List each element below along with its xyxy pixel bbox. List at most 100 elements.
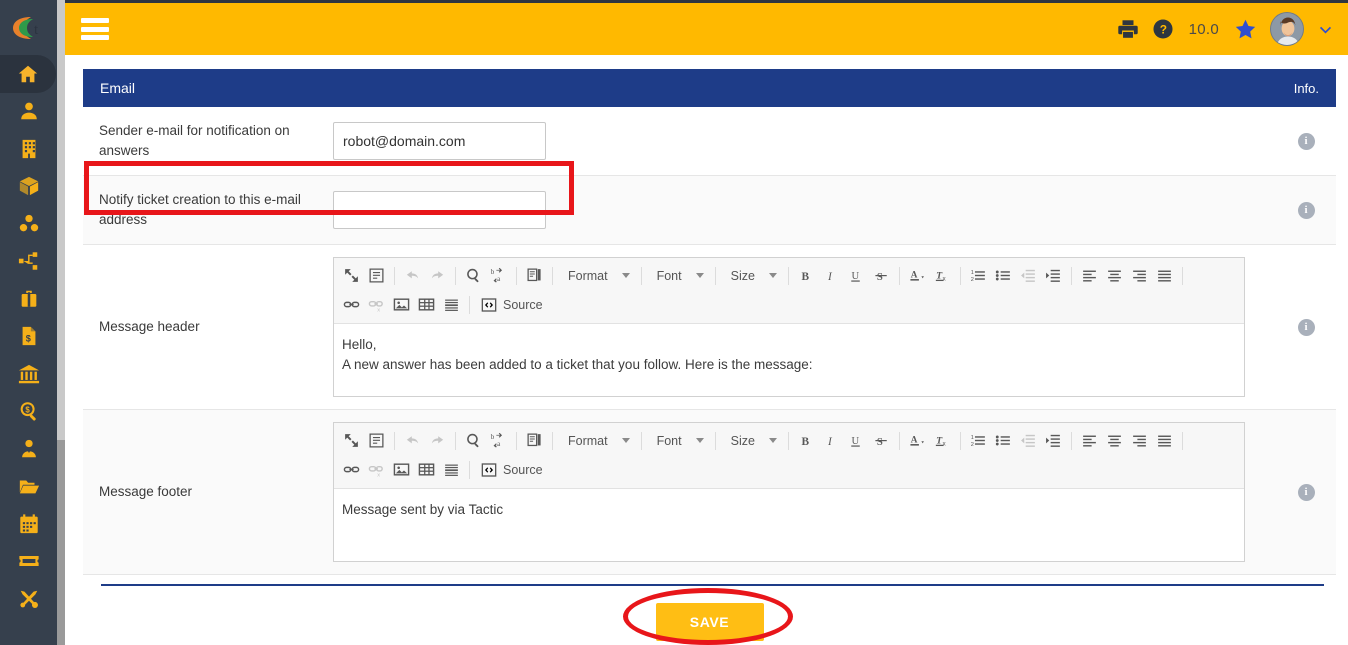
app-logo[interactable]: t xyxy=(0,0,57,55)
info-icon[interactable]: i xyxy=(1297,483,1315,501)
maximize-icon[interactable] xyxy=(339,428,364,453)
redo-icon[interactable] xyxy=(425,263,450,288)
find-icon[interactable] xyxy=(461,428,486,453)
align-left-icon[interactable] xyxy=(1077,428,1102,453)
bold-icon[interactable]: B xyxy=(794,263,819,288)
sidebar-item-accounting[interactable] xyxy=(0,355,57,393)
sidebar-item-companies[interactable] xyxy=(0,130,57,168)
source-button[interactable]: Source xyxy=(475,457,549,482)
unlink-icon[interactable]: x xyxy=(364,457,389,482)
maximize-icon[interactable] xyxy=(339,263,364,288)
avatar[interactable] xyxy=(1270,12,1304,46)
svg-text:B: B xyxy=(801,271,809,283)
replace-icon[interactable]: ba xyxy=(486,263,511,288)
sidebar-item-tickets[interactable] xyxy=(0,543,57,581)
sidebar-item-agenda[interactable] xyxy=(0,505,57,543)
chevron-down-icon[interactable] xyxy=(1317,21,1334,38)
editor-toolbar: ba Format Font Size B I U S A T x 1 2 x … xyxy=(334,258,1244,324)
table-icon[interactable] xyxy=(414,457,439,482)
align-center-icon[interactable] xyxy=(1102,428,1127,453)
bulleted-list-icon[interactable] xyxy=(991,428,1016,453)
align-justify-icon[interactable] xyxy=(1152,428,1177,453)
message-header-editor-body[interactable]: Hello, A new answer has been added to a … xyxy=(334,324,1244,396)
bulleted-list-icon[interactable] xyxy=(991,263,1016,288)
undo-icon[interactable] xyxy=(400,263,425,288)
indent-icon[interactable] xyxy=(1041,428,1066,453)
sidebar-item-stock[interactable] xyxy=(0,205,57,243)
underline-icon[interactable]: U xyxy=(844,428,869,453)
italic-icon[interactable]: I xyxy=(819,263,844,288)
select-all-icon[interactable] xyxy=(522,263,547,288)
remove-format-icon[interactable]: Tx xyxy=(930,263,955,288)
info-icon[interactable]: i xyxy=(1297,132,1315,150)
sidebar-item-projects[interactable] xyxy=(0,243,57,281)
text-color-icon[interactable]: A xyxy=(905,428,930,453)
image-icon[interactable] xyxy=(389,292,414,317)
remove-format-icon[interactable]: Tx xyxy=(930,428,955,453)
align-right-icon[interactable] xyxy=(1127,263,1152,288)
select-all-icon[interactable] xyxy=(522,428,547,453)
message-footer-editor-body[interactable]: Message sent by via Tactic xyxy=(334,489,1244,561)
undo-icon[interactable] xyxy=(400,428,425,453)
printer-icon[interactable] xyxy=(1117,18,1139,40)
size-dropdown-label: Size xyxy=(730,433,755,448)
sidebar-item-contacts[interactable] xyxy=(0,93,57,131)
underline-icon[interactable]: U xyxy=(844,263,869,288)
star-icon[interactable] xyxy=(1234,18,1257,41)
sidebar-item-home[interactable] xyxy=(0,55,56,93)
sender-email-input[interactable] xyxy=(333,122,546,160)
redo-icon[interactable] xyxy=(425,428,450,453)
align-center-icon[interactable] xyxy=(1102,263,1127,288)
find-icon[interactable] xyxy=(461,263,486,288)
align-justify-icon[interactable] xyxy=(1152,263,1177,288)
strikethrough-icon[interactable]: S xyxy=(869,428,894,453)
text-color-icon[interactable]: A xyxy=(905,263,930,288)
form-row-notify-email: Notify ticket creation to this e-mail ad… xyxy=(83,176,1336,245)
page-scrollbar[interactable] xyxy=(57,0,65,645)
format-dropdown[interactable]: Format xyxy=(558,263,636,288)
outdent-icon[interactable] xyxy=(1016,428,1041,453)
size-dropdown[interactable]: Size xyxy=(721,263,783,288)
show-blocks-icon[interactable] xyxy=(364,428,389,453)
indent-icon[interactable] xyxy=(1041,263,1066,288)
toolbar-separator xyxy=(1181,266,1183,285)
link-icon[interactable] xyxy=(339,457,364,482)
font-dropdown[interactable]: Font xyxy=(647,263,710,288)
page-scrollbar-thumb[interactable] xyxy=(57,0,65,440)
sidebar-item-business[interactable] xyxy=(0,280,57,318)
italic-icon[interactable]: I xyxy=(819,428,844,453)
sidebar-item-products[interactable] xyxy=(0,168,57,206)
save-button[interactable]: SAVE xyxy=(655,603,764,641)
source-button[interactable]: Source xyxy=(475,292,549,317)
image-icon[interactable] xyxy=(389,457,414,482)
table-icon[interactable] xyxy=(414,292,439,317)
outdent-icon[interactable] xyxy=(1016,263,1041,288)
unlink-icon[interactable]: x xyxy=(364,292,389,317)
bold-icon[interactable]: B xyxy=(794,428,819,453)
numbered-list-icon[interactable]: 12 xyxy=(966,428,991,453)
help-circle-icon[interactable]: ? xyxy=(1152,18,1174,40)
horizontal-rule-icon[interactable] xyxy=(439,292,464,317)
show-blocks-icon[interactable] xyxy=(364,263,389,288)
align-right-icon[interactable] xyxy=(1127,428,1152,453)
numbered-list-icon[interactable]: 12 xyxy=(966,263,991,288)
sidebar-item-documents[interactable] xyxy=(0,468,57,506)
sidebar-item-quotes[interactable]: $ xyxy=(0,393,57,431)
replace-icon[interactable]: ba xyxy=(486,428,511,453)
sidebar-item-invoices[interactable]: $ xyxy=(0,318,57,356)
horizontal-rule-icon[interactable] xyxy=(439,457,464,482)
align-left-icon[interactable] xyxy=(1077,263,1102,288)
size-dropdown[interactable]: Size xyxy=(721,428,783,453)
editor-toolbar-row-1: ba Format Font Size B I U S A T x 1 2 xyxy=(339,261,1239,290)
format-dropdown[interactable]: Format xyxy=(558,428,636,453)
strikethrough-icon[interactable]: S xyxy=(869,263,894,288)
info-icon[interactable]: i xyxy=(1297,318,1315,336)
sidebar-item-hr[interactable] xyxy=(0,430,57,468)
info-icon[interactable]: i xyxy=(1297,201,1315,219)
hamburger-icon[interactable] xyxy=(81,18,109,40)
font-dropdown[interactable]: Font xyxy=(647,428,710,453)
link-icon[interactable] xyxy=(339,292,364,317)
sidebar-item-setup[interactable] xyxy=(0,580,57,618)
font-dropdown-label: Font xyxy=(656,268,682,283)
notify-ticket-email-input[interactable] xyxy=(333,191,546,229)
